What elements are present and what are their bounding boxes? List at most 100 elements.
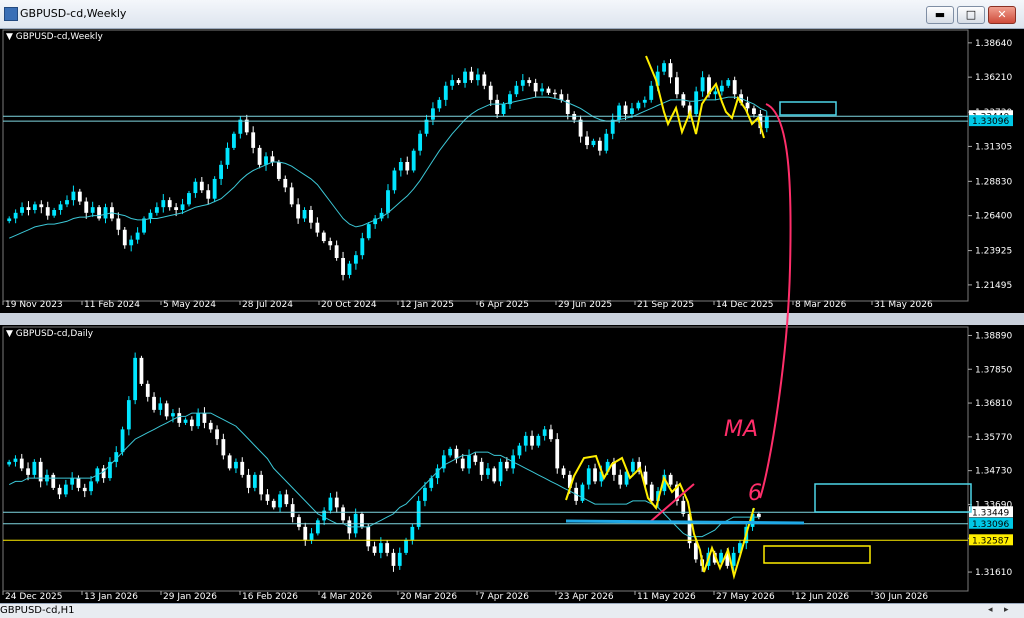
restore-button[interactable]: □ xyxy=(957,6,985,24)
weekly-y-tick-label: 1.36210 xyxy=(975,73,1012,83)
weekly-candle xyxy=(315,222,320,233)
daily-x-tick-label: 30 Jun 2026 xyxy=(874,592,928,602)
weekly-candle xyxy=(219,164,224,179)
daily-candle xyxy=(76,478,81,488)
weekly-pane[interactable]: 1.386401.362101.337301.313051.288301.264… xyxy=(2,29,1013,310)
daily-candle xyxy=(290,504,295,518)
daily-candle xyxy=(630,461,635,472)
weekly-candle xyxy=(578,119,583,137)
daily-y-tick-label: 1.35770 xyxy=(975,433,1012,443)
daily-candle xyxy=(561,468,566,475)
daily-candle xyxy=(555,439,560,469)
daily-candle xyxy=(70,478,75,485)
weekly-candle xyxy=(71,191,76,201)
weekly-candle xyxy=(533,82,538,92)
scroll-left-icon[interactable]: ◂ xyxy=(988,605,993,615)
daily-y-tick-label: 1.38890 xyxy=(975,331,1012,341)
weekly-candle xyxy=(514,85,519,95)
weekly-candle xyxy=(469,71,474,81)
daily-candle xyxy=(486,468,490,475)
weekly-candle xyxy=(405,162,410,171)
weekly-candle xyxy=(231,133,236,148)
weekly-candle xyxy=(302,210,307,219)
daily-x-tick-label: 16 Feb 2026 xyxy=(242,592,298,602)
handwritten-six-label: 6 xyxy=(748,481,762,506)
daily-candle xyxy=(145,383,150,397)
minimize-icon: ▬ xyxy=(934,8,946,21)
weekly-candle xyxy=(174,207,179,210)
daily-candle xyxy=(183,419,188,423)
daily-x-tick-label: 29 Jan 2026 xyxy=(163,592,217,602)
daily-candle xyxy=(252,474,257,488)
tab-gbpusd-h1[interactable]: GBPUSD-cd,H1 xyxy=(0,605,75,616)
daily-candle xyxy=(731,552,736,566)
daily-candle xyxy=(259,474,264,495)
daily-candle xyxy=(7,461,12,465)
weekly-candle xyxy=(674,77,679,95)
weekly-candle xyxy=(623,105,628,114)
daily-candle xyxy=(404,539,408,553)
weekly-candle xyxy=(482,74,487,86)
daily-candle xyxy=(309,533,314,540)
weekly-candle xyxy=(206,190,211,199)
weekly-candle xyxy=(366,224,371,239)
daily-candle xyxy=(265,494,270,501)
weekly-candle xyxy=(713,91,718,95)
daily-candle xyxy=(385,543,390,553)
daily-price-label: 1.33449 xyxy=(972,508,1009,518)
daily-candle xyxy=(284,494,289,505)
weekly-candle xyxy=(694,91,699,114)
weekly-candle xyxy=(475,74,480,81)
daily-x-tick-label: 23 Apr 2026 xyxy=(558,592,614,602)
weekly-y-tick-label: 1.26400 xyxy=(975,212,1012,222)
daily-candle xyxy=(246,474,251,488)
daily-y-tick-label: 1.31610 xyxy=(975,568,1012,578)
weekly-candle xyxy=(764,116,769,129)
weekly-candle xyxy=(398,162,403,171)
weekly-candle xyxy=(719,85,724,92)
minimize-button[interactable]: ▬ xyxy=(926,6,954,24)
weekly-x-tick-label: 14 Dec 2025 xyxy=(716,300,774,310)
daily-candle xyxy=(158,403,163,410)
chart-tab-bar: GBPUSD-cd,H1 ◂ ▸ xyxy=(0,603,1024,618)
daily-candle xyxy=(454,448,459,459)
weekly-pane-title: ▼ GBPUSD-cd,Weekly xyxy=(6,32,104,42)
daily-candle xyxy=(542,429,547,436)
daily-candle xyxy=(120,429,125,453)
daily-y-tick-label: 1.37850 xyxy=(975,365,1012,375)
weekly-candle xyxy=(642,99,647,103)
daily-candle xyxy=(152,396,156,410)
daily-candle xyxy=(473,455,478,462)
weekly-candle xyxy=(84,201,89,213)
weekly-candle xyxy=(199,181,204,191)
scroll-right-icon[interactable]: ▸ xyxy=(1004,605,1009,615)
weekly-candle xyxy=(488,85,493,100)
weekly-candle xyxy=(617,105,622,120)
daily-candle xyxy=(234,461,238,469)
weekly-price-label: 1.33096 xyxy=(972,117,1009,127)
weekly-candle xyxy=(32,204,37,210)
daily-candle xyxy=(202,413,207,423)
weekly-candle xyxy=(456,80,461,83)
weekly-x-tick-label: 12 Jan 2025 xyxy=(400,300,454,310)
weekly-candle xyxy=(58,204,63,210)
weekly-x-tick-label: 20 Oct 2024 xyxy=(321,300,377,310)
weekly-candle xyxy=(154,207,159,213)
weekly-x-tick-label: 19 Nov 2023 xyxy=(5,300,63,310)
weekly-y-tick-label: 1.31305 xyxy=(975,142,1012,152)
close-button[interactable]: ✕ xyxy=(988,6,1016,24)
daily-candle xyxy=(467,455,471,469)
weekly-candle xyxy=(129,239,134,246)
weekly-candle xyxy=(90,207,95,213)
weekly-candle xyxy=(546,88,551,93)
daily-candle xyxy=(126,400,131,430)
weekly-candle xyxy=(668,63,673,78)
weekly-candle xyxy=(347,263,352,275)
daily-price-label: 1.32587 xyxy=(972,536,1009,546)
weekly-candle xyxy=(443,85,448,100)
daily-pane[interactable]: 1.388901.378501.368101.357701.347301.336… xyxy=(2,326,1013,602)
chart-area[interactable]: 1.386401.362101.337301.313051.288301.264… xyxy=(0,28,1024,603)
weekly-candle xyxy=(289,187,294,205)
weekly-candle xyxy=(328,241,333,246)
daily-candle xyxy=(517,445,522,456)
